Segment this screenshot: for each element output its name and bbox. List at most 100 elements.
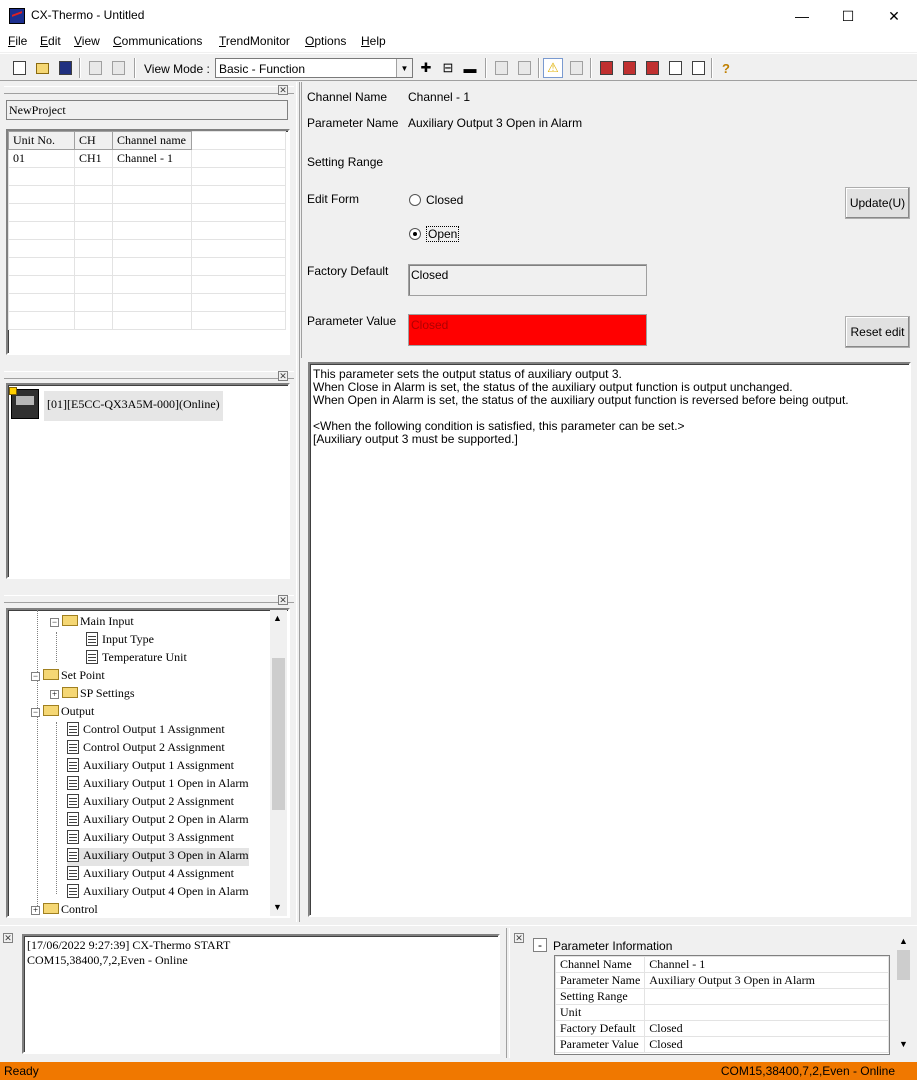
folder-open-icon xyxy=(62,615,78,626)
expand-icon[interactable]: + xyxy=(50,690,59,699)
cell-unit-no: 01 xyxy=(8,149,75,168)
close-button[interactable]: ✕ xyxy=(871,0,917,32)
close-icon[interactable]: ✕ xyxy=(278,85,288,95)
window-title: CX-Thermo - Untitled xyxy=(31,8,145,22)
grid-view-icon[interactable] xyxy=(491,58,511,78)
menu-help[interactable]: Help xyxy=(361,34,386,48)
tree-item-output-param[interactable]: Auxiliary Output 3 Assignment xyxy=(67,830,234,848)
transfer-icon[interactable] xyxy=(642,58,662,78)
document-icon xyxy=(67,722,79,736)
tree-item-output-param[interactable]: Auxiliary Output 1 Assignment xyxy=(67,758,234,776)
close-icon[interactable]: ✕ xyxy=(514,933,524,943)
table-view-icon[interactable] xyxy=(514,58,534,78)
tree-item-output-param[interactable]: Auxiliary Output 4 Assignment xyxy=(67,866,234,884)
close-icon[interactable]: ✕ xyxy=(278,595,288,605)
status-bar: Ready COM15,38400,7,2,Even - Online xyxy=(0,1062,917,1080)
menu-view[interactable]: View xyxy=(74,34,100,48)
radio-closed-label: Closed xyxy=(426,193,464,207)
bottom-splitter[interactable] xyxy=(506,928,510,1058)
copy-icon[interactable] xyxy=(85,58,105,78)
tree-scrollbar[interactable]: ▲ ▼ xyxy=(270,610,287,916)
paste-icon[interactable] xyxy=(108,58,128,78)
collapse-icon[interactable]: ⊟ xyxy=(438,58,458,78)
tree-item-output[interactable]: − Output xyxy=(31,704,94,722)
update-button[interactable]: Update(U) xyxy=(845,187,910,219)
menu-options[interactable]: Options xyxy=(305,34,346,48)
expand-icon[interactable]: + xyxy=(31,906,40,915)
table-row[interactable]: 01 CH1 Channel - 1 xyxy=(8,149,286,168)
view-mode-select[interactable]: Basic - Function ▼ xyxy=(215,58,413,78)
tree-item-sp-settings[interactable]: + SP Settings xyxy=(50,686,135,704)
search-device-icon[interactable] xyxy=(688,58,708,78)
new-file-icon[interactable] xyxy=(9,58,29,78)
column-channel-name[interactable]: Channel name xyxy=(112,131,192,150)
help-icon[interactable]: ? xyxy=(716,58,736,78)
download-icon[interactable] xyxy=(619,58,639,78)
document-icon xyxy=(67,758,79,772)
collapse-icon[interactable]: − xyxy=(31,708,40,717)
tree-item-input-type[interactable]: Input Type xyxy=(86,632,154,650)
table-row: Setting Range xyxy=(555,988,889,1005)
scrollbar-thumb[interactable] xyxy=(272,658,285,810)
parameter-value-field[interactable]: Closed xyxy=(408,314,647,346)
parameter-name-label: Parameter Name xyxy=(307,116,399,130)
menu-edit[interactable]: Edit xyxy=(40,34,61,48)
vertical-splitter[interactable] xyxy=(296,82,300,922)
chevron-down-icon[interactable]: ▼ xyxy=(273,902,282,912)
log-line: COM15,38400,7,2,Even - Online xyxy=(27,953,188,967)
tree-item-output-param[interactable]: Auxiliary Output 4 Open in Alarm xyxy=(67,884,249,902)
column-unit-no[interactable]: Unit No. xyxy=(8,131,75,150)
tree-item-output-param[interactable]: Control Output 1 Assignment xyxy=(67,722,225,740)
collapse-icon[interactable]: − xyxy=(50,618,59,627)
tree-pane-grip[interactable] xyxy=(4,595,294,603)
tree-item-output-param[interactable]: Auxiliary Output 1 Open in Alarm xyxy=(67,776,249,794)
menu-trendmonitor[interactable]: TrendMonitor xyxy=(219,34,290,48)
scrollbar-thumb[interactable] xyxy=(897,950,910,980)
edit-form-label: Edit Form xyxy=(307,192,360,206)
open-folder-icon[interactable] xyxy=(32,58,52,78)
minimize-button[interactable]: — xyxy=(779,0,825,32)
tree-item-temperature-unit[interactable]: Temperature Unit xyxy=(86,650,187,668)
tree-item-selected[interactable]: Auxiliary Output 3 Open in Alarm xyxy=(67,848,249,866)
close-icon[interactable]: ✕ xyxy=(3,933,13,943)
collapse-icon[interactable]: − xyxy=(31,672,40,681)
chevron-up-icon[interactable]: ▲ xyxy=(899,936,908,946)
save-icon[interactable] xyxy=(55,58,75,78)
tree-label: Auxiliary Output 3 Open in Alarm xyxy=(83,848,249,862)
tree-item-output-param[interactable]: Control Output 2 Assignment xyxy=(67,740,225,758)
collapse-param-info-button[interactable]: - xyxy=(533,938,547,952)
chevron-up-icon[interactable]: ▲ xyxy=(273,613,282,623)
maximize-button[interactable]: ☐ xyxy=(825,0,871,32)
minus-icon[interactable]: ▬ xyxy=(460,58,480,78)
warning-icon[interactable]: ⚠ xyxy=(543,58,563,78)
info-value: Closed xyxy=(644,1036,889,1053)
tree-item-control[interactable]: + Control xyxy=(31,902,98,916)
tree-item-set-point[interactable]: − Set Point xyxy=(31,668,105,686)
tree-item-main-input[interactable]: − Main Input xyxy=(50,614,134,632)
expand-all-icon[interactable]: ✚ xyxy=(416,58,436,78)
radio-open[interactable]: Open xyxy=(409,226,460,242)
tree-label: Control xyxy=(61,902,98,916)
menu-file[interactable]: File xyxy=(8,34,27,48)
chevron-down-icon[interactable]: ▼ xyxy=(899,1039,908,1049)
project-name-box[interactable]: NewProject xyxy=(6,100,288,120)
connect-icon[interactable] xyxy=(665,58,685,78)
compare-icon[interactable] xyxy=(566,58,586,78)
upload-icon[interactable] xyxy=(596,58,616,78)
close-icon[interactable]: ✕ xyxy=(278,371,288,381)
reset-edit-button[interactable]: Reset edit xyxy=(845,316,910,348)
project-pane-grip[interactable] xyxy=(4,86,294,94)
tree-item-output-param[interactable]: Auxiliary Output 2 Open in Alarm xyxy=(67,812,249,830)
radio-closed[interactable]: Closed xyxy=(409,193,463,207)
column-ch[interactable]: CH xyxy=(74,131,113,150)
device-pane-grip[interactable] xyxy=(4,371,294,379)
tree-label: Auxiliary Output 4 Assignment xyxy=(83,866,234,880)
tree-label: Main Input xyxy=(80,614,134,628)
info-value: Auxiliary Output 3 Open in Alarm xyxy=(644,972,889,989)
param-info-scrollbar[interactable]: ▲ ▼ xyxy=(895,935,912,1053)
document-icon xyxy=(86,632,98,646)
menu-communications[interactable]: Communications xyxy=(113,34,202,48)
device-item[interactable]: [01][E5CC-QX3A5M-000](Online) xyxy=(44,391,223,421)
chevron-down-icon[interactable]: ▼ xyxy=(396,59,412,77)
tree-item-output-param[interactable]: Auxiliary Output 2 Assignment xyxy=(67,794,234,812)
